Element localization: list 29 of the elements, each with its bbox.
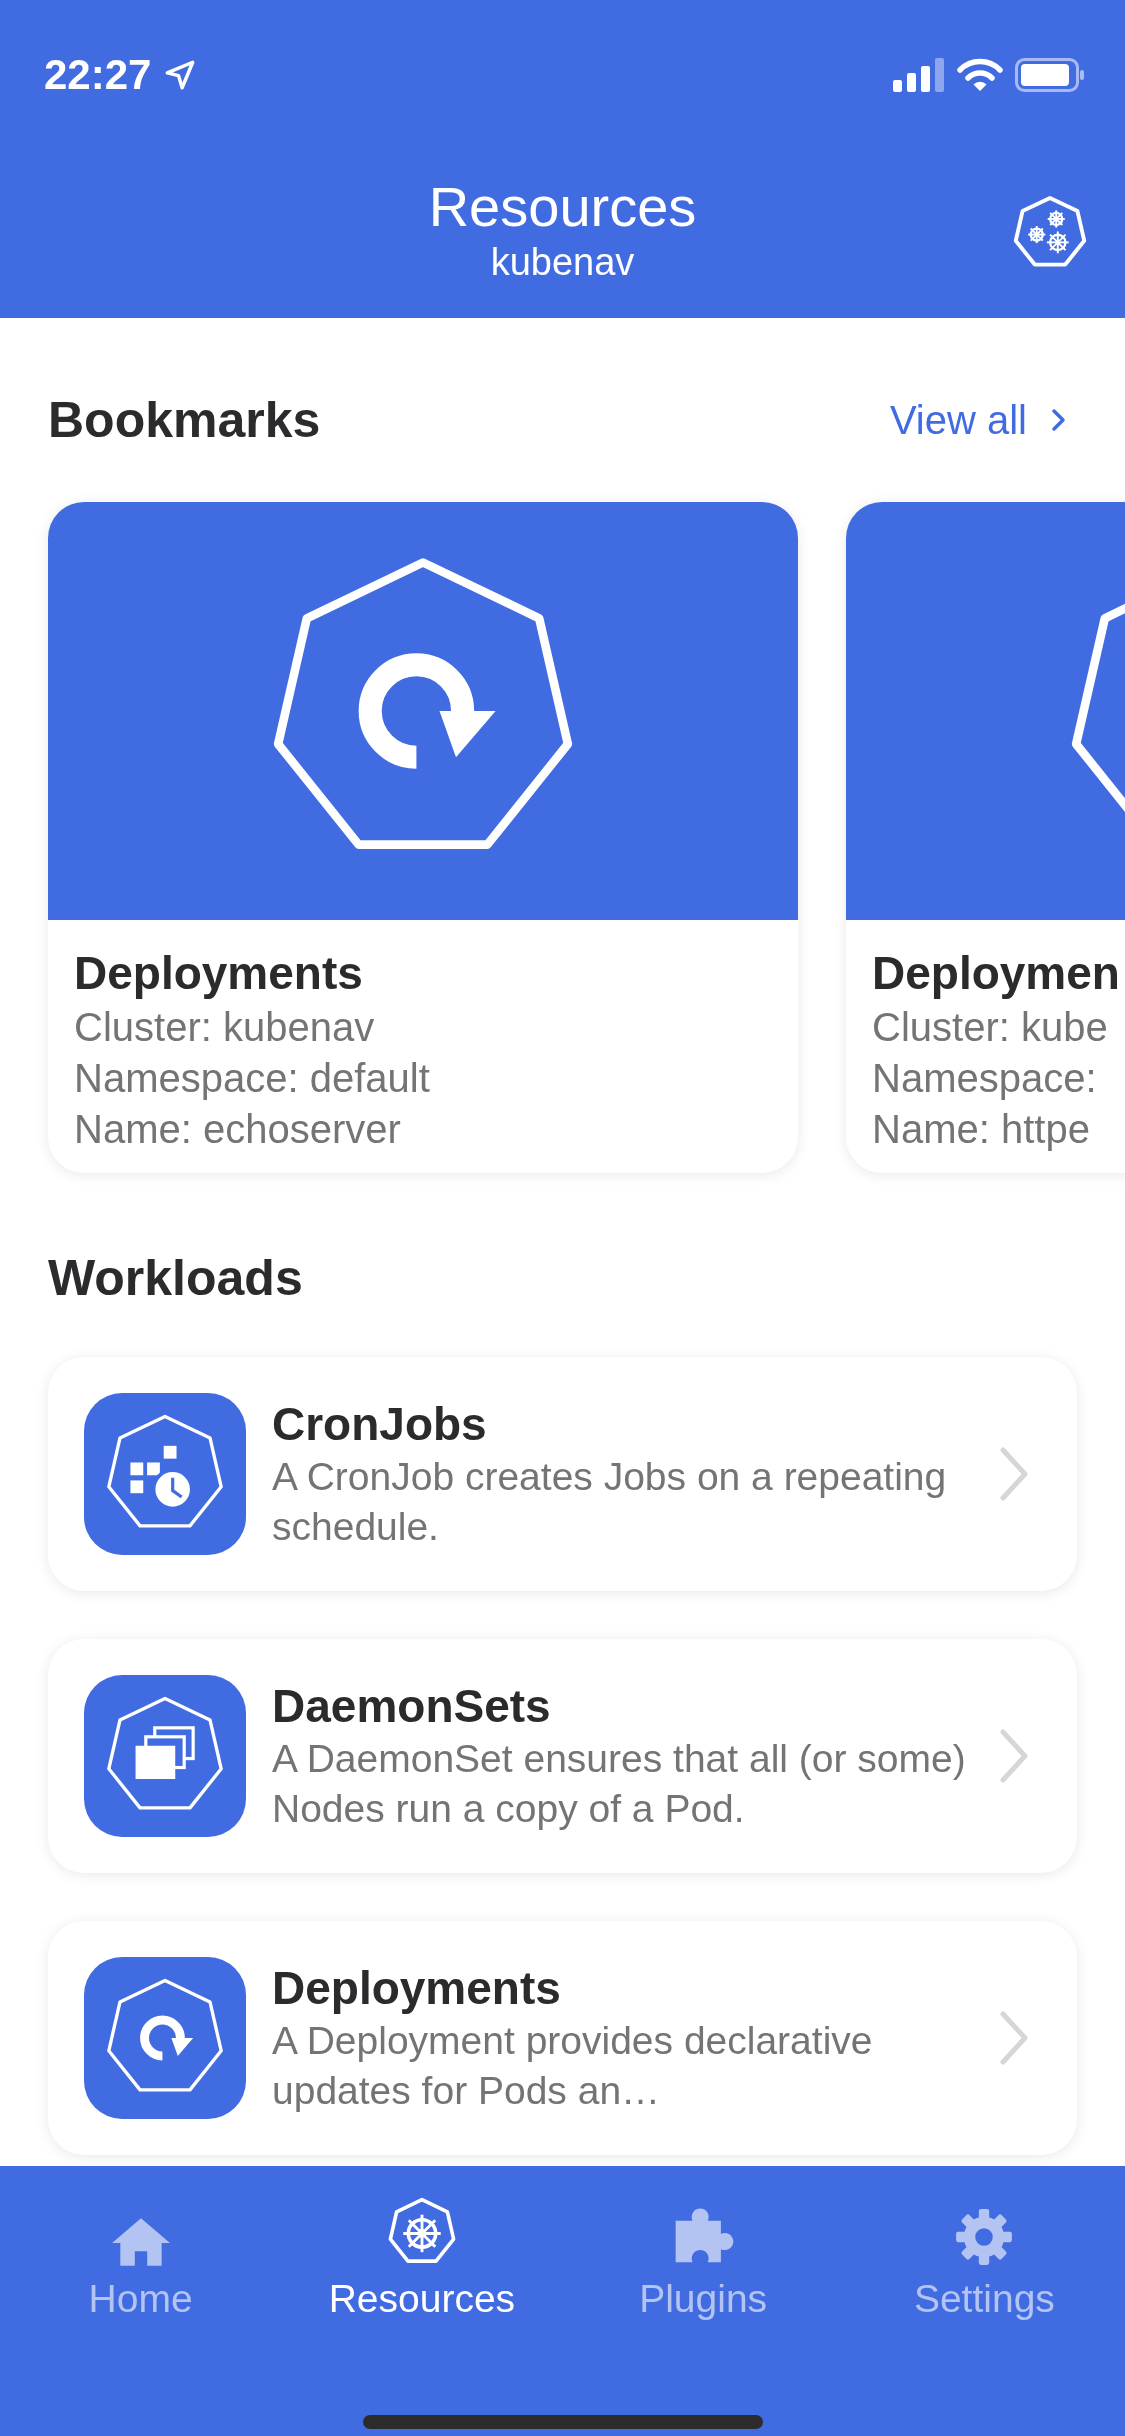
view-all-link[interactable]: View all	[889, 397, 1077, 443]
wifi-icon	[957, 58, 1003, 92]
section-title: Workloads	[48, 1249, 303, 1307]
page-title: Resources	[428, 174, 697, 240]
bookmark-detail: Cluster: kube	[872, 1004, 1109, 1051]
bookmark-detail: Namespace:	[872, 1055, 1098, 1102]
cluster-name: kubenav	[490, 240, 635, 284]
bookmark-card[interactable]: Deployments Cluster: kubenav Namespace: default Name: echoserver	[48, 502, 798, 1173]
bookmark-detail: Name: echoserver	[74, 1106, 402, 1153]
workload-item[interactable]: CronJobs A CronJob creates Jobs on a repeating schedule.	[48, 1357, 1077, 1591]
bookmark-card[interactable]: Deploymen Cluster: kube Namespace: Name: httpe	[846, 502, 1125, 1173]
section-title: Bookmarks	[48, 391, 321, 449]
workload-description: A Deployment provides declarative updates for Pods an…	[272, 2018, 874, 2114]
status-time: 22:27	[44, 51, 152, 99]
bookmark-detail: Cluster: kubenav	[74, 1004, 376, 1051]
workload-item[interactable]: Deployments A Deployment provides declarative updates for Pods an…	[48, 1921, 1077, 2155]
bookmark-detail: Namespace: default	[74, 1055, 431, 1102]
bookmark-detail: Name: httpe	[872, 1106, 1091, 1153]
bookmark-title: Deploymen	[872, 946, 1121, 1001]
battery-icon	[1015, 58, 1085, 92]
bookmark-title: Deployments	[74, 946, 364, 1001]
workload-item[interactable]: DaemonSets A DaemonSet ensures that all (or some) Nodes run a copy of a Pod.	[48, 1639, 1077, 1873]
workload-description: A DaemonSet ensures that all (or some) Nodes run a copy of a Pod.	[272, 1736, 967, 1832]
workload-title: Deployments	[272, 1961, 562, 2016]
workload-title: DaemonSets	[272, 1679, 552, 1734]
signal-icon	[893, 58, 945, 92]
workload-description: A CronJob creates Jobs on a repeating schedule.	[272, 1454, 948, 1550]
tab-item[interactable]: Resources	[281, 2184, 563, 2324]
workload-title: CronJobs	[272, 1397, 488, 1452]
